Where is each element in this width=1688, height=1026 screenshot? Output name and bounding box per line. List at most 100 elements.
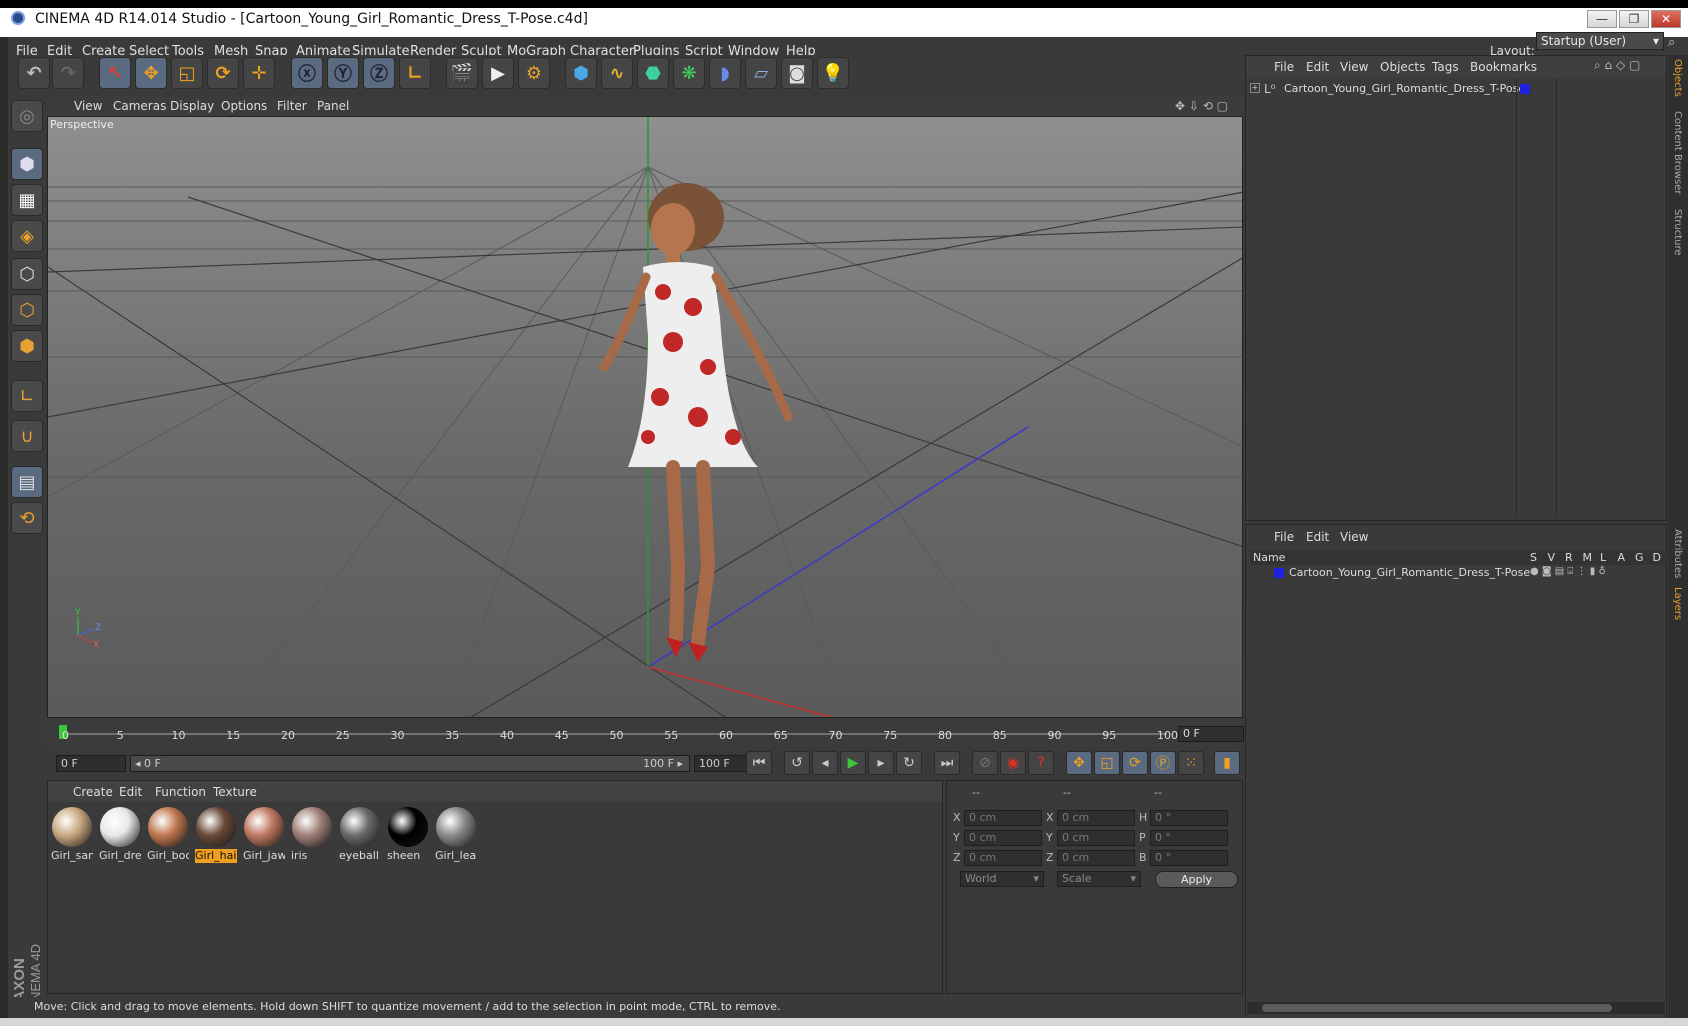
- object-menu-tags[interactable]: Tags: [1432, 60, 1459, 74]
- perspective-viewport[interactable]: Y Z X: [47, 116, 1243, 718]
- spline-pen-icon[interactable]: ∿: [601, 57, 633, 89]
- go-to-start-icon[interactable]: ⏮: [746, 751, 772, 775]
- tab-objects[interactable]: Objects: [1672, 59, 1683, 97]
- subdivision-icon[interactable]: ⬣: [637, 57, 669, 89]
- layer-col-flag[interactable]: L: [1600, 551, 1606, 564]
- next-key-icon[interactable]: ↻: [896, 751, 922, 775]
- edges-mode-icon[interactable]: ⬡: [11, 294, 43, 326]
- tab-structure[interactable]: Structure: [1672, 209, 1683, 256]
- motion-record-icon[interactable]: ⊘: [972, 751, 998, 775]
- preview-range-slider[interactable]: ◂ 0 F 100 F ▸: [130, 755, 690, 772]
- floor-icon[interactable]: ▱: [745, 57, 777, 89]
- material-menu-edit[interactable]: Edit: [119, 785, 142, 799]
- coord-value-field[interactable]: 0 cm: [964, 830, 1042, 846]
- render-picture-viewer-icon[interactable]: ▶: [482, 57, 514, 89]
- redo-icon[interactable]: ↷: [52, 57, 84, 89]
- live-selection-icon[interactable]: ↖: [99, 57, 131, 89]
- layer-col-flag[interactable]: G: [1635, 551, 1644, 564]
- tab-content-browser[interactable]: Content Browser: [1672, 111, 1683, 194]
- coordinate-system-icon[interactable]: ∟: [399, 57, 431, 89]
- object-menu-view[interactable]: View: [1340, 60, 1368, 74]
- layer-col-flag[interactable]: A: [1618, 551, 1626, 564]
- coord-value-field[interactable]: 0 cm: [1057, 830, 1135, 846]
- key-pla-icon[interactable]: ⁙: [1178, 751, 1204, 775]
- coord-scale-dropdown[interactable]: Scale ▾: [1057, 871, 1141, 887]
- material-swatch[interactable]: sheen: [386, 805, 430, 863]
- timeline-window-icon[interactable]: ▮: [1214, 751, 1240, 775]
- coord-value-field[interactable]: 0 °: [1150, 830, 1228, 846]
- go-to-end-icon[interactable]: ⏭: [934, 751, 960, 775]
- minimize-button[interactable]: —: [1587, 10, 1617, 28]
- material-swatch[interactable]: Girl_jaw: [242, 805, 286, 863]
- layer-color-swatch[interactable]: [1274, 568, 1284, 578]
- material-swatch[interactable]: Girl_dre: [98, 805, 142, 863]
- coord-value-field[interactable]: 0 cm: [964, 810, 1042, 826]
- layer-menu-file[interactable]: File: [1274, 530, 1294, 544]
- layer-col-flag[interactable]: M: [1583, 551, 1593, 564]
- deformer-icon[interactable]: ◗: [709, 57, 741, 89]
- layer-col-flag[interactable]: S: [1530, 551, 1537, 564]
- tab-layers[interactable]: Layers: [1672, 587, 1683, 620]
- viewport-menu-view[interactable]: View: [74, 99, 102, 113]
- texture-mode-icon[interactable]: ▦: [11, 184, 43, 216]
- scale-tool-icon[interactable]: ◱: [171, 57, 203, 89]
- material-swatch[interactable]: Girl_lea: [434, 805, 478, 863]
- coord-value-field[interactable]: 0 °: [1150, 850, 1228, 866]
- layer-col-flag[interactable]: V: [1548, 551, 1556, 564]
- object-menu-bookmarks[interactable]: Bookmarks: [1470, 60, 1537, 74]
- axis-mode-icon[interactable]: ∟: [11, 380, 43, 412]
- light-icon[interactable]: 💡: [817, 57, 849, 89]
- viewport-canvas[interactable]: Y Z X: [48, 117, 1243, 718]
- previous-key-icon[interactable]: ↺: [784, 751, 810, 775]
- material-swatch[interactable]: Girl_boc: [146, 805, 190, 863]
- cube-icon[interactable]: ⬢: [565, 57, 597, 89]
- material-menu-texture[interactable]: Texture: [213, 785, 257, 799]
- z-axis-icon[interactable]: Ⓩ: [363, 57, 395, 89]
- use-model-mode-icon[interactable]: ◎: [11, 100, 43, 132]
- workplane-icon[interactable]: ◈: [11, 220, 43, 252]
- tab-attributes[interactable]: Attributes: [1672, 529, 1683, 578]
- move-tool-icon[interactable]: ✥: [135, 57, 167, 89]
- coord-value-field[interactable]: 0 cm: [1057, 810, 1135, 826]
- viewport-menu-filter[interactable]: Filter: [277, 99, 307, 113]
- maximize-button[interactable]: ❐: [1619, 10, 1649, 28]
- mograph-cloner-icon[interactable]: ❋: [673, 57, 705, 89]
- scrollbar-thumb[interactable]: [1262, 1004, 1612, 1012]
- viewport-menu-panel[interactable]: Panel: [317, 99, 349, 113]
- object-manager-nav-icons[interactable]: ⌕ ⌂ ◇ ▢: [1594, 58, 1640, 73]
- coord-value-field[interactable]: 0 cm: [1057, 850, 1135, 866]
- viewport-menu-cameras[interactable]: Cameras: [113, 99, 166, 113]
- points-mode-icon[interactable]: ⬡: [11, 258, 43, 290]
- material-swatch[interactable]: iris: [290, 805, 334, 863]
- material-swatch[interactable]: Girl_san: [50, 805, 94, 863]
- object-menu-edit[interactable]: Edit: [1306, 60, 1329, 74]
- key-parameter-icon[interactable]: Ⓟ: [1150, 751, 1176, 775]
- start-frame-field[interactable]: 0 F: [56, 755, 126, 772]
- next-frame-icon[interactable]: ▸: [868, 751, 894, 775]
- autokey-icon[interactable]: ?: [1028, 751, 1054, 775]
- object-menu-objects[interactable]: Objects: [1380, 60, 1425, 74]
- layer-col-flag[interactable]: R: [1565, 551, 1573, 564]
- object-menu-file[interactable]: File: [1274, 60, 1294, 74]
- render-settings-icon[interactable]: ⚙: [518, 57, 550, 89]
- material-swatch[interactable]: Girl_hai: [194, 805, 238, 863]
- apply-button[interactable]: Apply: [1155, 871, 1238, 888]
- y-axis-icon[interactable]: Ⓨ: [327, 57, 359, 89]
- viewport-nav-icons[interactable]: ✥ ⇩ ⟲ ▢: [1175, 99, 1228, 113]
- close-window-button[interactable]: ✕: [1651, 10, 1681, 28]
- previous-frame-icon[interactable]: ◂: [812, 751, 838, 775]
- coord-value-field[interactable]: 0 °: [1150, 810, 1228, 826]
- play-icon[interactable]: ▶: [840, 751, 866, 775]
- rotate-tool-icon[interactable]: ⟳: [207, 57, 239, 89]
- material-menu-create[interactable]: Create: [73, 785, 113, 799]
- layer-col-flag[interactable]: D: [1653, 551, 1661, 564]
- snap-grid-icon[interactable]: ▤: [11, 466, 43, 498]
- model-mode-icon[interactable]: ⬢: [11, 148, 43, 180]
- undo-icon[interactable]: ↶: [18, 57, 50, 89]
- x-axis-icon[interactable]: ⓧ: [291, 57, 323, 89]
- viewport-menu-display[interactable]: Display: [170, 99, 214, 113]
- viewport-menu-options[interactable]: Options: [221, 99, 267, 113]
- layer-menu-edit[interactable]: Edit: [1306, 530, 1329, 544]
- key-scale-icon[interactable]: ◱: [1094, 751, 1120, 775]
- material-swatch[interactable]: eyeball: [338, 805, 382, 863]
